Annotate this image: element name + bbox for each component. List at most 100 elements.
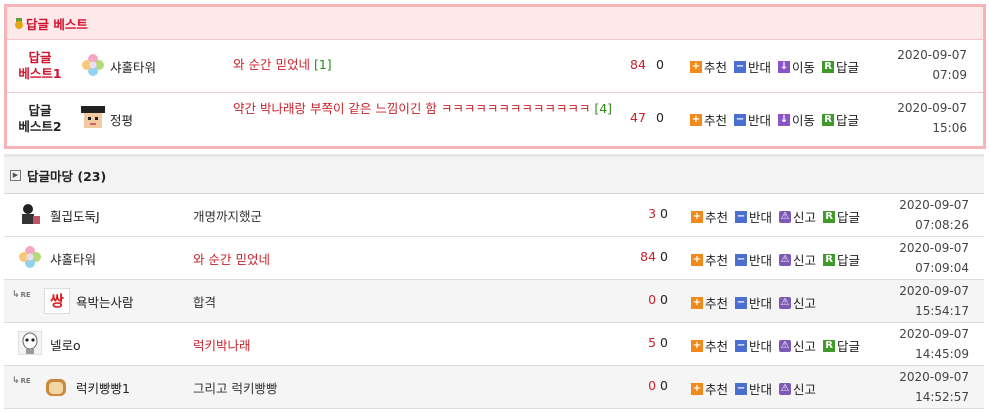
oppose-count: 0 (660, 292, 668, 307)
reply-actions: + 추천 − 반대 ↓ 이동 R 답글 (690, 110, 866, 129)
best-rank-line2: 베스트2 (18, 119, 62, 134)
report-label: 신고 (793, 296, 817, 311)
siren-icon: ⚠ (779, 382, 792, 395)
bread-avatar-icon[interactable] (44, 374, 68, 398)
best-rank-line2: 베스트1 (18, 66, 62, 81)
minus-icon: − (734, 113, 747, 126)
comment-count: [4] (594, 101, 613, 116)
reply-button[interactable]: R 답글 (823, 250, 860, 269)
pixel-face-avatar-icon[interactable] (81, 106, 105, 130)
best-rank: 답글 베스트1 (13, 50, 67, 82)
re-reply-marker: RE (12, 376, 31, 386)
report-button[interactable]: ⚠ 신고 (779, 336, 816, 355)
report-label: 신고 (793, 339, 817, 354)
reply-actions: + 추천 − 반대 ⚠ 신고 R 답글 (691, 250, 867, 269)
move-label: 이동 (792, 60, 816, 75)
oppose-count: 0 (660, 249, 668, 264)
post-date: 2020-09-07 (897, 101, 967, 115)
recommend-button[interactable]: + 추천 (691, 207, 728, 226)
reply-button[interactable]: R 답글 (823, 207, 860, 226)
thief-avatar-icon[interactable] (18, 202, 42, 226)
post-time: 07:08:26 (915, 218, 969, 232)
move-button[interactable]: ↓ 이동 (778, 57, 815, 76)
recommend-button[interactable]: + 추천 (691, 336, 728, 355)
report-button[interactable]: ⚠ 신고 (779, 379, 816, 398)
report-label: 신고 (793, 210, 817, 225)
avatar-label: 쌍 (50, 292, 64, 310)
oppose-label: 반대 (749, 210, 773, 225)
oppose-button[interactable]: − 반대 (735, 250, 772, 269)
recommend-count: 84 (640, 249, 657, 264)
author-nickname[interactable]: 샤홀타워 (110, 57, 156, 76)
reply-title-link[interactable]: 와 순간 믿었네 [1] (233, 55, 332, 75)
flower-avatar-icon[interactable] (81, 53, 105, 77)
reply-row: 샤홀타워 와 순간 믿었네 84 0 + 추천 − 반대 ⚠ 신고 R 답글 2020-… (4, 237, 984, 280)
oppose-label: 반대 (749, 253, 773, 268)
reply-title-link[interactable]: 약간 박나래랑 부쪽이 같은 느낌이긴 함 ㅋㅋㅋㅋㅋㅋㅋㅋㅋㅋㅋㅋㅋ [4] (233, 99, 628, 119)
reply-button[interactable]: R 답글 (822, 57, 859, 76)
report-label: 신고 (793, 253, 817, 268)
down-arrow-icon: ↓ (778, 60, 791, 73)
ssang-avatar-icon[interactable]: 쌍 (44, 288, 70, 314)
recommend-button[interactable]: + 추천 (690, 57, 727, 76)
post-datetime: 2020-09-07 14:45:09 (897, 324, 969, 364)
post-datetime: 2020-09-07 07:09 (895, 45, 967, 85)
author-nickname[interactable]: 정평 (110, 110, 133, 129)
recommend-button[interactable]: + 추천 (691, 293, 728, 312)
reply-title-link[interactable]: 럭키박나래 (193, 335, 251, 354)
recommend-count: 0 (648, 378, 657, 393)
recommend-label: 추천 (704, 60, 728, 75)
flower-avatar-icon[interactable] (18, 245, 42, 269)
post-date: 2020-09-07 (899, 370, 969, 384)
oppose-button[interactable]: − 반대 (735, 293, 772, 312)
post-time: 07:09 (932, 68, 967, 82)
siren-icon: ⚠ (779, 296, 792, 309)
oppose-button[interactable]: − 반대 (734, 57, 771, 76)
siren-icon: ⚠ (779, 253, 792, 266)
expand-toggle-icon[interactable]: ▶ (10, 169, 21, 181)
recommend-label: 추천 (705, 253, 729, 268)
reply-button[interactable]: R 답글 (822, 110, 859, 129)
vote-counts: 3 0 (628, 206, 668, 221)
minus-icon: − (735, 339, 748, 352)
report-button[interactable]: ⚠ 신고 (779, 293, 816, 312)
down-arrow-icon: ↓ (778, 113, 791, 126)
vote-counts: 0 0 (628, 292, 668, 307)
author-nickname[interactable]: 샤홀타워 (50, 249, 96, 268)
alien-avatar-icon[interactable] (18, 331, 42, 355)
author-nickname[interactable]: 넬로o (50, 335, 81, 354)
author-nickname[interactable]: 럭키빵빵1 (76, 378, 130, 397)
report-button[interactable]: ⚠ 신고 (779, 250, 816, 269)
oppose-label: 반대 (748, 60, 772, 75)
siren-icon: ⚠ (779, 339, 792, 352)
reply-title-link[interactable]: 합격 (193, 292, 216, 311)
report-button[interactable]: ⚠ 신고 (779, 207, 816, 226)
move-button[interactable]: ↓ 이동 (778, 110, 815, 129)
author-nickname[interactable]: 욕박는사람 (76, 292, 134, 311)
recommend-label: 추천 (705, 296, 729, 311)
recommend-count: 47 (630, 110, 646, 125)
reply-actions: + 추천 − 반대 ↓ 이동 R 답글 (690, 57, 866, 76)
recommend-button[interactable]: + 추천 (690, 110, 727, 129)
oppose-count: 0 (660, 335, 668, 350)
oppose-count: 0 (660, 206, 668, 221)
oppose-count: 0 (656, 110, 664, 125)
author-nickname[interactable]: 훨긥도둑J (50, 206, 100, 225)
oppose-button[interactable]: − 반대 (735, 207, 772, 226)
move-label: 이동 (792, 113, 816, 128)
oppose-button[interactable]: − 반대 (734, 110, 771, 129)
oppose-button[interactable]: − 반대 (735, 336, 772, 355)
reply-title-link[interactable]: 그리고 럭키빵빵 (193, 378, 277, 397)
vote-counts: 5 0 (628, 335, 668, 350)
recommend-button[interactable]: + 추천 (691, 379, 728, 398)
reply-board-header[interactable]: ▶ 답글마당 (23) (4, 157, 984, 194)
reply-title-link[interactable]: 와 순간 믿었네 (193, 249, 270, 268)
recommend-count: 0 (648, 292, 657, 307)
minus-icon: − (735, 210, 748, 223)
reply-title-link[interactable]: 개명까지했군 (193, 206, 262, 225)
reply-button[interactable]: R 답글 (823, 336, 860, 355)
best-replies-box: 답글 베스트 답글 베스트1 샤홀타워 와 순간 믿었네 [1] 84 0 + 추… (4, 4, 986, 149)
recommend-button[interactable]: + 추천 (691, 250, 728, 269)
oppose-count: 0 (656, 57, 664, 72)
oppose-button[interactable]: − 반대 (735, 379, 772, 398)
